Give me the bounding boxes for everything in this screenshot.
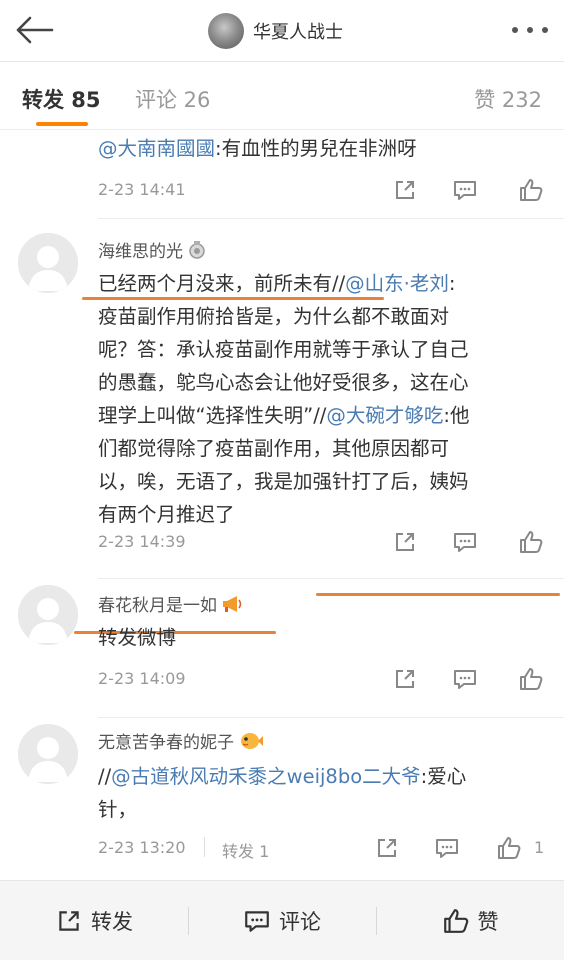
repost-text: 已经两个月没来，前所未有//@山东·老刘: 疫苗副作用俯拾皆是，为什么都不敢面对…: [98, 272, 470, 526]
share-icon[interactable]: [392, 529, 418, 555]
comment-icon[interactable]: [452, 529, 478, 555]
mention-link[interactable]: @古道秋风动禾黍之weij8bo二大爷: [111, 765, 421, 788]
comment-icon[interactable]: [434, 835, 460, 861]
share-icon: [59, 911, 79, 931]
user-name[interactable]: 春花秋月是一如: [98, 591, 243, 619]
active-tab-indicator: [36, 122, 88, 126]
like-icon[interactable]: [518, 529, 544, 555]
action-row: [384, 177, 564, 205]
repost-button[interactable]: 转发: [0, 881, 188, 960]
repost-count[interactable]: 转发 1: [222, 838, 269, 862]
share-icon[interactable]: [374, 835, 400, 861]
mention-link[interactable]: @大南南國國: [98, 137, 215, 160]
pufferfish-badge-icon: [238, 730, 264, 757]
user-avatar[interactable]: [18, 585, 78, 645]
like-count: 1: [534, 838, 545, 857]
user-avatar[interactable]: [18, 233, 78, 293]
like-icon: [443, 909, 468, 933]
user-avatar[interactable]: [18, 724, 78, 784]
comment-button-label: 评论: [279, 910, 321, 934]
top-bar: 华夏人战士: [0, 0, 564, 62]
action-row: 1: [374, 835, 564, 863]
megaphone-badge-icon: [221, 594, 243, 619]
tab-bar: 转发 85 评论 26 赞 232: [0, 62, 564, 130]
user-name[interactable]: 无意苦争春的妮子: [98, 728, 264, 757]
like-icon[interactable]: [518, 666, 544, 692]
like-icon[interactable]: [496, 835, 522, 861]
like-button[interactable]: 赞: [376, 881, 564, 960]
tab-comment[interactable]: 评论 26: [135, 84, 210, 114]
timestamp: 2-23 14:09: [98, 669, 186, 688]
repost-button-label: 转发: [91, 910, 133, 934]
tab-like[interactable]: 赞 232: [474, 84, 542, 114]
action-row: [384, 666, 564, 694]
comment-icon[interactable]: [452, 177, 478, 203]
repost-text: @大南南國國:有血性的男兒在非洲呀: [98, 137, 417, 160]
header-title-group[interactable]: 华夏人战士: [208, 12, 343, 50]
highlight-underline: [82, 297, 384, 300]
bottom-action-bar: 转发 评论 赞: [0, 880, 564, 960]
list-item: 海维思的光 已经两个月没来，前所未有//@山东·老刘: 疫苗副作用俯拾皆是，为什…: [0, 219, 564, 634]
comment-icon: [245, 911, 269, 932]
separator: [204, 837, 205, 857]
list-item: 春花秋月是一如 转发微博 2-23 14:09: [0, 579, 564, 717]
tab-repost[interactable]: 转发 85: [22, 84, 101, 114]
like-button-label: 赞: [477, 910, 499, 934]
more-icon[interactable]: [512, 22, 548, 38]
timestamp: 2-23 14:41: [98, 180, 186, 199]
timestamp: 2-23 14:39: [98, 532, 186, 551]
comment-icon[interactable]: [452, 666, 478, 692]
list-item: 无意苦争春的妮子 //@古道秋风动禾黍之weij8bo二大爷:爱心 针， 2-2…: [0, 718, 564, 880]
mention-link[interactable]: @大碗才够吃: [326, 404, 443, 427]
like-icon[interactable]: [518, 177, 544, 203]
share-icon[interactable]: [392, 177, 418, 203]
mention-link[interactable]: @山东·老刘: [345, 272, 449, 295]
author-avatar[interactable]: [208, 13, 244, 49]
repost-text: 转发微博: [98, 626, 177, 649]
medal-badge-icon: [187, 240, 207, 265]
page-title: 华夏人战士: [253, 22, 343, 43]
user-name[interactable]: 海维思的光: [98, 237, 207, 265]
comment-button[interactable]: 评论: [188, 881, 376, 960]
timestamp: 2-23 13:20: [98, 838, 186, 857]
repost-text: //@古道秋风动禾黍之weij8bo二大爷:爱心 针，: [98, 765, 467, 821]
action-row: [384, 529, 564, 557]
back-arrow-icon[interactable]: [14, 14, 54, 46]
share-icon[interactable]: [392, 666, 418, 692]
list-item: @大南南國國:有血性的男兒在非洲呀 2-23 14:41: [0, 130, 564, 218]
